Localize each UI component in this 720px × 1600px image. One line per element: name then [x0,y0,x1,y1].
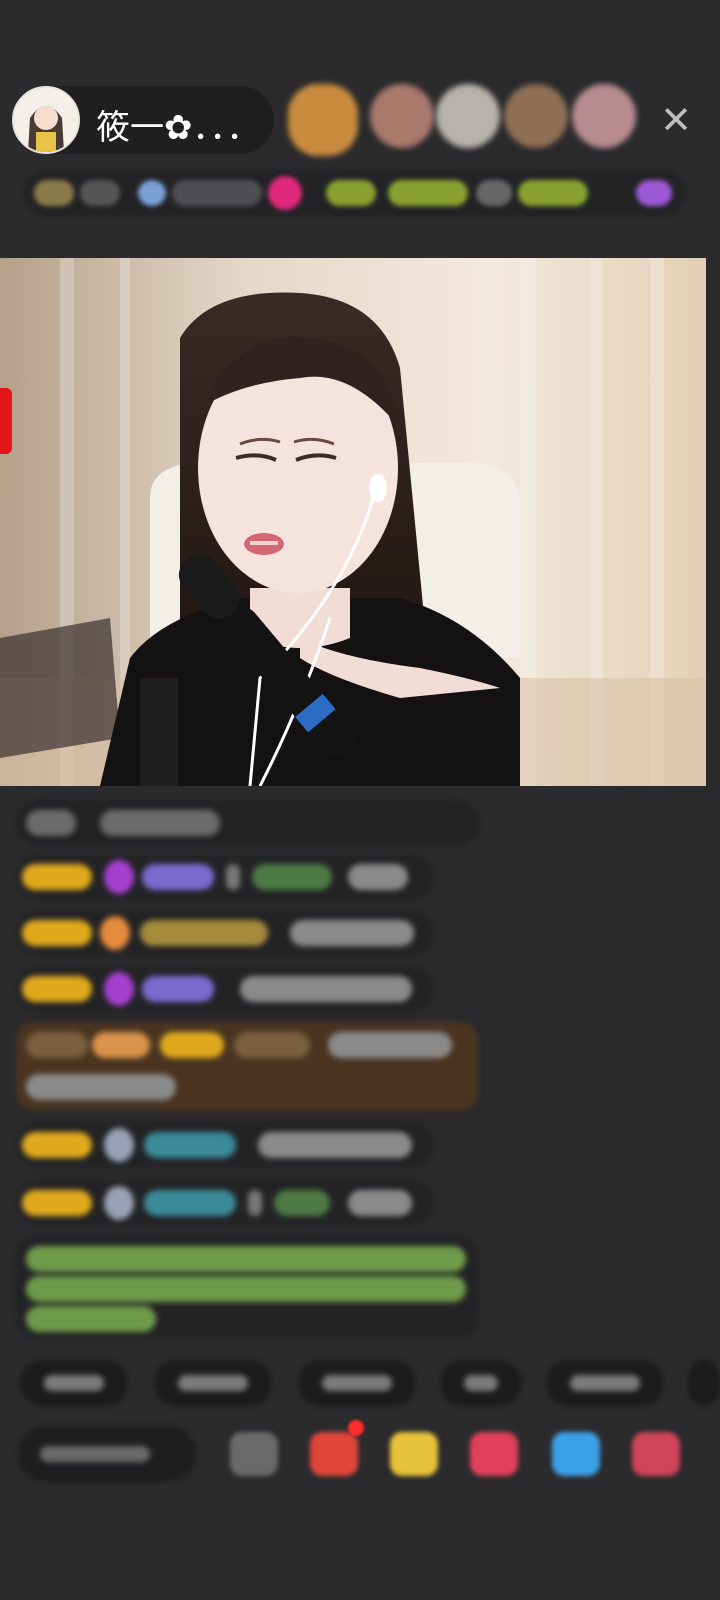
chat-message[interactable] [16,1180,434,1226]
badge-text [388,180,468,206]
host-avatar[interactable] [12,86,80,154]
viewer-avatar[interactable] [572,84,636,148]
gift-icon[interactable] [632,1432,680,1476]
badge-icon [636,180,672,206]
chat-message-system[interactable] [16,1236,478,1338]
badge-text [518,180,588,206]
top-viewers [288,84,648,158]
badge-icon [34,180,74,206]
chat-message[interactable] [16,910,434,956]
chat-message[interactable] [16,800,480,846]
heart-gift-icon[interactable] [470,1432,518,1476]
viewer-avatar[interactable] [436,84,500,148]
badge-text [476,180,512,206]
badge-icon [138,180,166,206]
badge-text [326,180,376,206]
video-frame [0,258,706,786]
chat-message[interactable] [16,966,434,1012]
emoji-icon[interactable] [230,1432,278,1476]
viewer-avatar[interactable] [504,84,568,148]
avatar-illustration [14,88,78,152]
badge-text [80,180,120,206]
close-icon[interactable]: ✕ [656,100,696,140]
quick-reply-button[interactable] [20,1360,128,1406]
badge-icon [268,176,302,210]
red-packet-icon[interactable] [390,1432,438,1476]
host-name: 筱一✿．．． [96,108,261,148]
quick-reply-button[interactable] [154,1360,272,1406]
room-badges[interactable] [24,170,686,216]
quick-reply-button[interactable] [440,1360,522,1406]
viewer-avatar[interactable] [370,84,434,148]
quick-reply-button[interactable] [298,1360,416,1406]
badge-text [172,180,262,206]
quick-reply-button[interactable] [688,1360,720,1406]
live-video[interactable] [0,258,706,786]
host-info[interactable]: 筱一✿．．． [12,86,274,154]
quick-reply-button[interactable] [546,1360,664,1406]
chat-message[interactable] [16,854,434,900]
viewer-avatar[interactable] [288,84,358,156]
comment-input[interactable] [18,1426,196,1482]
gift-box-icon[interactable] [310,1432,358,1476]
notification-dot [348,1420,364,1436]
game-icon[interactable] [552,1432,600,1476]
chat-message[interactable] [16,1122,434,1168]
chat-message-highlight[interactable] [16,1022,478,1110]
side-indicator[interactable] [0,388,12,454]
